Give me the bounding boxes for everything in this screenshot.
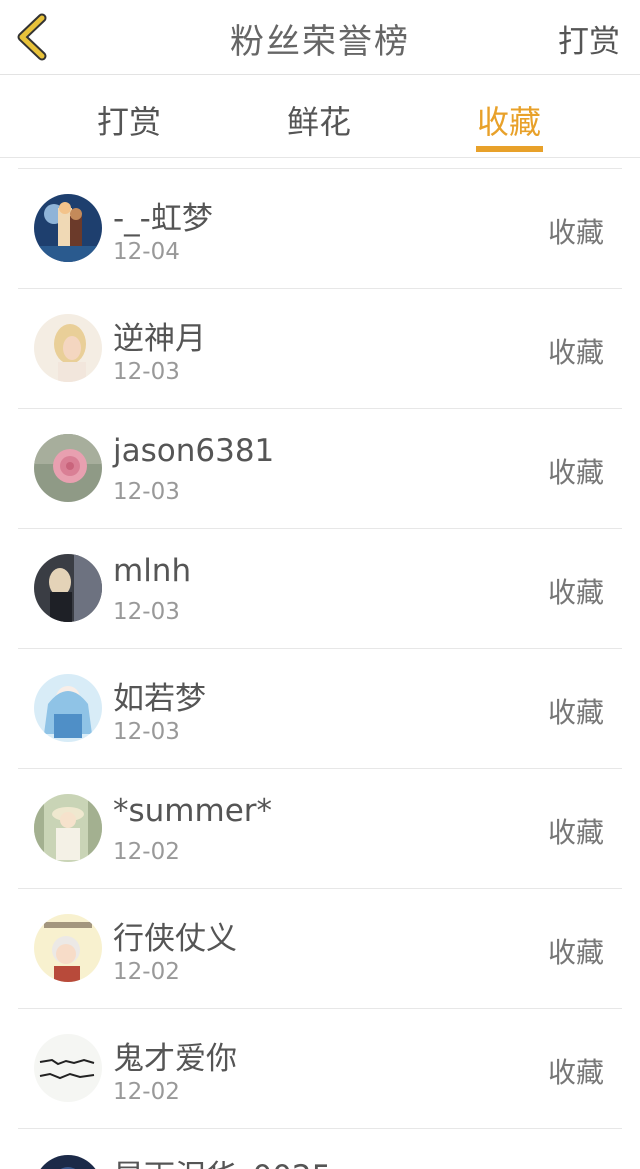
fan-action: 收藏 <box>547 816 604 849</box>
fan-date: 12-04 <box>113 239 180 265</box>
list-item[interactable]: mlnh 12-03 收藏 <box>18 529 622 649</box>
avatar <box>34 674 102 742</box>
fan-action: 收藏 <box>547 456 604 489</box>
fan-list: -_-虹梦 12-04 收藏 逆神月 12-03 收藏 jason6381 12… <box>0 169 640 1169</box>
fan-date: 12-03 <box>113 719 180 745</box>
fan-action: 收藏 <box>547 936 604 969</box>
list-item[interactable]: -_-虹梦 12-04 收藏 <box>18 169 622 289</box>
list-item[interactable]: 行侠仗义 12-02 收藏 <box>18 889 622 1009</box>
list-item[interactable]: 鬼才爱你 12-02 收藏 <box>18 1009 622 1129</box>
fan-action: 收藏 <box>547 696 604 729</box>
tab-flowers[interactable]: 鲜花 <box>287 97 351 143</box>
tab-favorites[interactable]: 收藏 <box>477 97 541 143</box>
page-title: 粉丝荣誉榜 <box>230 22 410 62</box>
fan-name: 鬼才爱你 <box>113 1041 237 1077</box>
reward-button[interactable]: 打赏 <box>558 16 620 61</box>
avatar <box>34 794 102 862</box>
fan-name: 星雨泪华_0025 <box>113 1151 331 1169</box>
avatar <box>34 194 102 262</box>
header-bar: 粉丝荣誉榜 打赏 <box>0 0 640 75</box>
fan-name: 如若梦 <box>113 681 206 717</box>
fan-name: 逆神月 <box>113 321 206 357</box>
fan-name: 行侠仗义 <box>113 921 237 957</box>
fan-date: 12-02 <box>113 959 180 985</box>
avatar <box>34 1034 102 1102</box>
avatar <box>34 434 102 502</box>
avatar <box>34 914 102 982</box>
fan-name: *summer* <box>113 793 273 829</box>
fan-action: 收藏 <box>547 1056 604 1089</box>
list-item[interactable]: 如若梦 12-03 收藏 <box>18 649 622 769</box>
fan-action: 收藏 <box>547 576 604 609</box>
fan-name: -_-虹梦 <box>113 201 213 237</box>
list-item[interactable]: 逆神月 12-03 收藏 <box>18 289 622 409</box>
list-item[interactable]: *summer* 12-02 收藏 <box>18 769 622 889</box>
avatar <box>34 1155 102 1169</box>
fan-date: 12-02 <box>113 1079 180 1105</box>
avatar <box>34 314 102 382</box>
active-tab-indicator <box>476 146 543 152</box>
fan-date: 12-02 <box>113 839 180 865</box>
fan-action: 收藏 <box>547 336 604 369</box>
list-item[interactable]: 星雨泪华_0025 <box>18 1129 622 1169</box>
fan-date: 12-03 <box>113 599 180 625</box>
fan-action: 收藏 <box>547 216 604 249</box>
avatar <box>34 554 102 622</box>
fan-date: 12-03 <box>113 479 180 505</box>
tab-reward[interactable]: 打赏 <box>97 97 161 143</box>
fan-name: jason6381 <box>113 433 275 469</box>
fan-name: mlnh <box>113 553 192 589</box>
tab-bar: 打赏 鲜花 收藏 <box>0 75 640 158</box>
list-item[interactable]: jason6381 12-03 收藏 <box>18 409 622 529</box>
fan-date: 12-03 <box>113 359 180 385</box>
